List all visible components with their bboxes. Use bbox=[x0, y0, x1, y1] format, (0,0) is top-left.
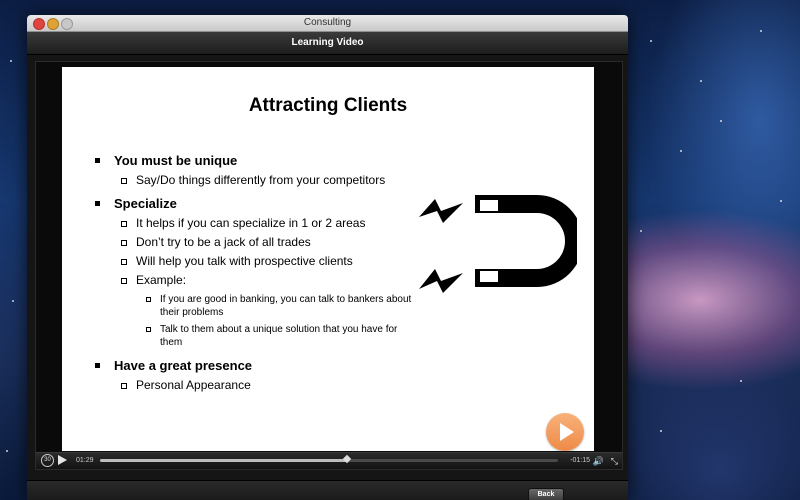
star bbox=[640, 230, 642, 232]
nav-title: Learning Video bbox=[291, 37, 364, 48]
bullet-item: It helps if you can specialize in 1 or 2… bbox=[92, 214, 422, 233]
star bbox=[660, 430, 662, 432]
bullet-heading: Have a great presence bbox=[92, 356, 422, 376]
magnet-pole bbox=[478, 198, 500, 213]
speaker-icon[interactable]: 🔊 bbox=[593, 454, 604, 468]
play-overlay-button[interactable] bbox=[546, 413, 584, 451]
magnet-icon bbox=[419, 195, 577, 293]
star bbox=[12, 300, 14, 302]
elapsed-time: 01:29 bbox=[76, 457, 94, 464]
sub-bullet-item: Talk to them about a unique solution tha… bbox=[92, 323, 422, 349]
playback-controls: 30 01:29 -01:15 🔊 ⤡ bbox=[36, 452, 622, 469]
bottom-toolbar: Back bbox=[27, 480, 628, 500]
star bbox=[780, 200, 782, 202]
star bbox=[760, 30, 762, 32]
star bbox=[700, 80, 702, 82]
title-bar: Consulting bbox=[27, 15, 628, 32]
video-slide[interactable]: Attracting Clients You must be unique Sa… bbox=[62, 67, 594, 451]
magnet-pole bbox=[478, 269, 500, 284]
star bbox=[6, 450, 8, 452]
bullet-item: Will help you talk with prospective clie… bbox=[92, 252, 422, 271]
star bbox=[650, 40, 652, 42]
bullet-item: Say/Do things differently from your comp… bbox=[92, 171, 422, 190]
star bbox=[740, 380, 742, 382]
remaining-time: -01:15 bbox=[570, 457, 590, 464]
bullet-item: Don’t try to be a jack of all trades bbox=[92, 233, 422, 252]
progress-scrubber[interactable] bbox=[100, 454, 558, 464]
window-title: Consulting bbox=[303, 17, 352, 28]
slide-bullet-list: You must be unique Say/Do things differe… bbox=[92, 151, 422, 395]
sub-bullet-item: If you are good in banking, you can talk… bbox=[92, 293, 422, 319]
bullet-item: Personal Appearance bbox=[92, 376, 422, 395]
back-button[interactable]: Back bbox=[528, 488, 564, 500]
video-player: Attracting Clients You must be unique Sa… bbox=[35, 61, 623, 470]
bullet-item: Example: bbox=[92, 271, 422, 290]
lightning-bolt-icon bbox=[419, 269, 463, 293]
star bbox=[10, 60, 12, 62]
navigation-bar: Learning Video bbox=[27, 32, 628, 55]
star bbox=[720, 120, 722, 122]
fullscreen-icon[interactable]: ⤡ bbox=[611, 454, 618, 468]
play-icon[interactable] bbox=[58, 455, 67, 465]
rewind-30-button[interactable]: 30 bbox=[41, 454, 54, 467]
bullet-heading: Specialize bbox=[92, 194, 422, 214]
app-window: Consulting Learning Video Attracting Cli… bbox=[27, 15, 628, 500]
bullet-heading: You must be unique bbox=[92, 151, 422, 171]
slide-title: Attracting Clients bbox=[248, 95, 408, 116]
lightning-bolt-icon bbox=[419, 199, 463, 223]
progress-fill bbox=[100, 459, 348, 462]
star bbox=[680, 150, 682, 152]
